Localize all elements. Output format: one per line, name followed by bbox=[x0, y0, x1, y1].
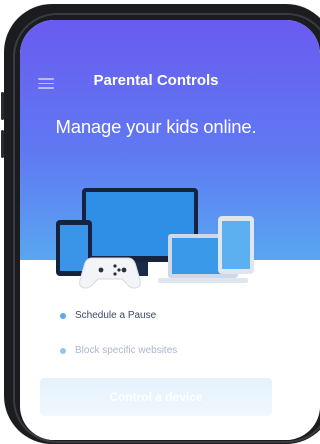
feature-label: Block specific websites bbox=[75, 345, 178, 356]
bullet-dot-icon bbox=[60, 347, 66, 354]
feature-list: Schedule a Pause Block specific websites bbox=[60, 310, 177, 380]
volume-button bbox=[1, 130, 4, 158]
game-controller-icon bbox=[79, 257, 141, 289]
hero-headline: Manage your kids online. bbox=[55, 116, 257, 137]
page-title: Parental Controls bbox=[93, 72, 219, 89]
list-item: Block specific websites bbox=[60, 345, 177, 356]
app-screen: Parental Controls Manage your kids onlin… bbox=[20, 20, 320, 440]
list-item: Schedule a Pause bbox=[60, 310, 177, 321]
bullet-dot-icon bbox=[60, 312, 66, 319]
feature-label: Schedule a Pause bbox=[75, 310, 157, 321]
volume-button bbox=[1, 92, 4, 120]
devices-illustration bbox=[56, 188, 254, 289]
control-device-button[interactable]: Control a device bbox=[40, 378, 272, 416]
